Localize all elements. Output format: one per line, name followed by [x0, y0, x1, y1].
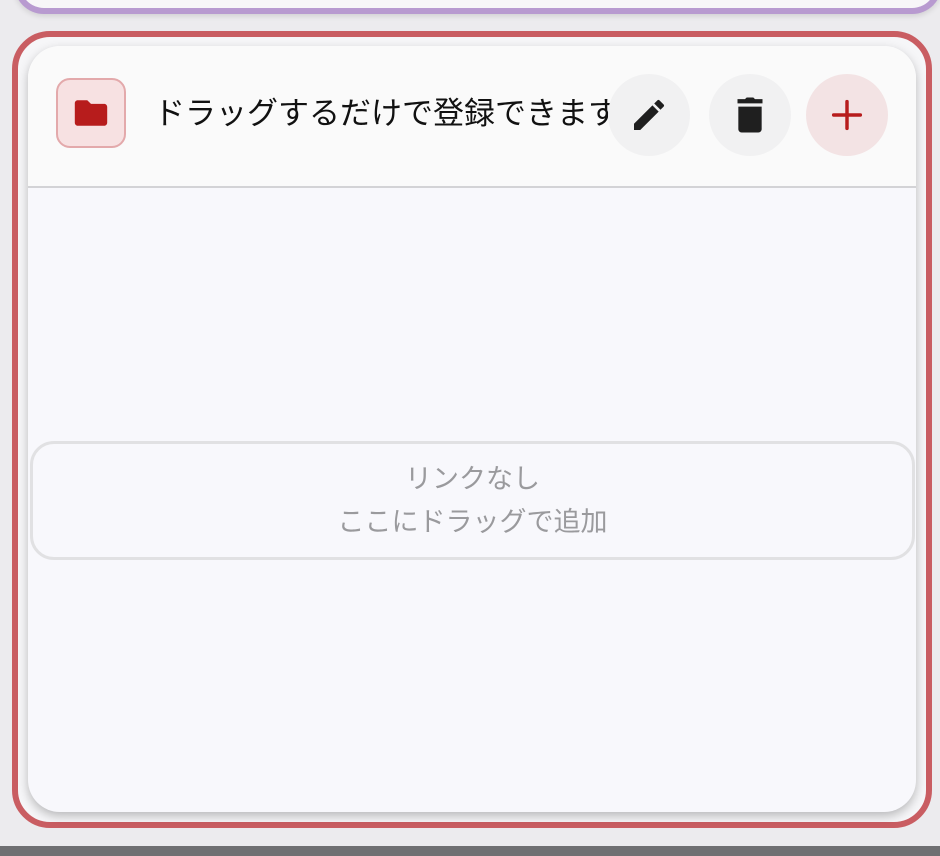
empty-state-hint: ここにドラッグで追加: [337, 506, 608, 538]
previous-card-edge: [14, 0, 940, 14]
folder-icon: [74, 100, 108, 126]
empty-state-title: リンクなし: [405, 463, 540, 495]
bottom-edge-bar: [0, 846, 940, 856]
delete-button[interactable]: [709, 74, 791, 156]
edit-button[interactable]: [608, 74, 690, 156]
folder-badge: [56, 78, 126, 148]
plus-icon: [831, 99, 863, 131]
card-title[interactable]: ドラッグするだけで登録できます: [154, 94, 619, 134]
card-header: ドラッグするだけで登録できます: [28, 46, 916, 188]
link-drop-zone[interactable]: リンクなし ここにドラッグで追加: [30, 441, 915, 560]
add-link-button[interactable]: [806, 74, 888, 156]
link-folder-card: ドラッグするだけで登録できます: [28, 46, 916, 812]
pencil-icon: [634, 99, 665, 130]
trash-icon: [737, 97, 763, 133]
